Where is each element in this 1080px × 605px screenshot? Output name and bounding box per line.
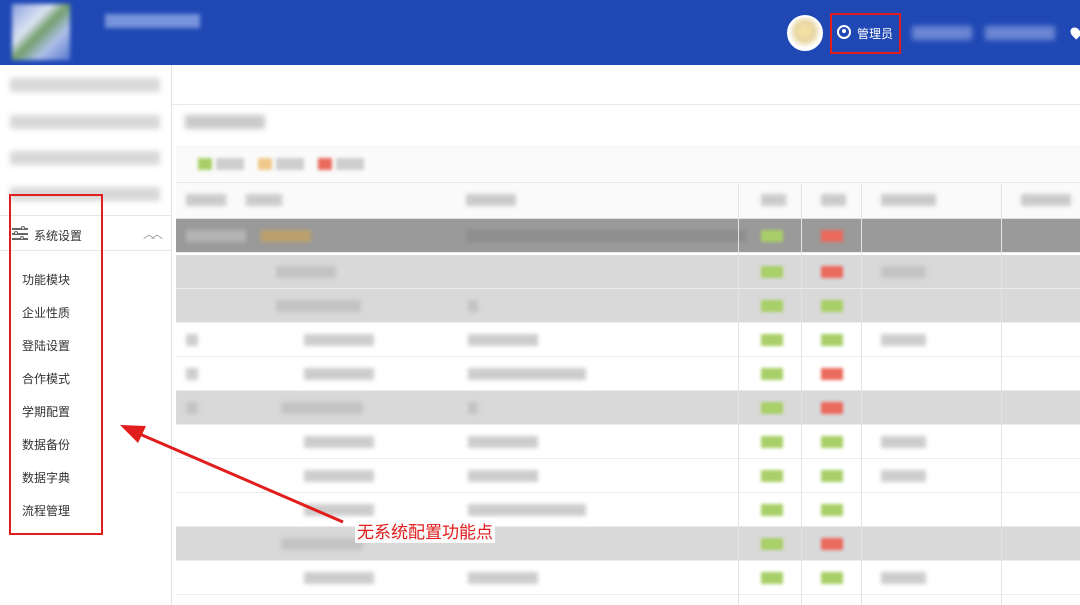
- annotation-text: 无系统配置功能点: [355, 518, 495, 543]
- sidebar-item-data-dictionary[interactable]: 数据字典: [22, 469, 70, 486]
- table-row[interactable]: [176, 527, 1080, 561]
- sidebar-item-semester-config[interactable]: 学期配置: [22, 403, 70, 420]
- header-info-blurred: [912, 26, 972, 40]
- filter-chip[interactable]: [336, 158, 364, 170]
- table-row[interactable]: [176, 493, 1080, 527]
- sidebar-item-login-settings[interactable]: 登陆设置: [22, 337, 70, 354]
- admin-user-label[interactable]: 管理员: [857, 25, 893, 42]
- sidebar-item-function-module[interactable]: 功能模块: [22, 271, 70, 288]
- table-row[interactable]: [176, 323, 1080, 357]
- sidebar-item-blurred[interactable]: [10, 151, 160, 165]
- sidebar-item-blurred[interactable]: [10, 115, 160, 129]
- sidebar-item-cooperation-mode[interactable]: 合作模式: [22, 370, 70, 387]
- app-logo[interactable]: [12, 4, 70, 60]
- breadcrumb: [185, 115, 265, 129]
- avatar[interactable]: [787, 15, 823, 51]
- sidebar-item-blurred[interactable]: [10, 78, 160, 92]
- table-row[interactable]: [176, 219, 1080, 253]
- table-row[interactable]: [176, 255, 1080, 289]
- sidebar-item-process-management[interactable]: 流程管理: [22, 502, 70, 519]
- sidebar-item-data-backup[interactable]: 数据备份: [22, 436, 70, 453]
- data-table: [176, 183, 1080, 605]
- filter-chip[interactable]: [216, 158, 244, 170]
- filter-chip[interactable]: [198, 158, 212, 170]
- location-pin-icon[interactable]: [1068, 25, 1080, 40]
- table-row[interactable]: [176, 357, 1080, 391]
- filter-row: [176, 145, 1080, 183]
- header-info-blurred: [985, 26, 1055, 40]
- table-row[interactable]: [176, 425, 1080, 459]
- filter-chip[interactable]: [318, 158, 332, 170]
- filter-chip[interactable]: [276, 158, 304, 170]
- sidebar-item-enterprise-nature[interactable]: 企业性质: [22, 304, 70, 321]
- table-row[interactable]: [176, 459, 1080, 493]
- table-row[interactable]: [176, 289, 1080, 323]
- top-header: 管理员: [0, 0, 1080, 65]
- main-top-bar: [172, 65, 1080, 105]
- table-row[interactable]: [176, 561, 1080, 595]
- filter-chip[interactable]: [258, 158, 272, 170]
- table-header: [176, 183, 1080, 219]
- table-row[interactable]: [176, 391, 1080, 425]
- user-circle-icon[interactable]: [837, 25, 851, 39]
- app-title-blurred: [105, 14, 200, 28]
- chevron-up-icon[interactable]: ︿︿: [143, 225, 163, 242]
